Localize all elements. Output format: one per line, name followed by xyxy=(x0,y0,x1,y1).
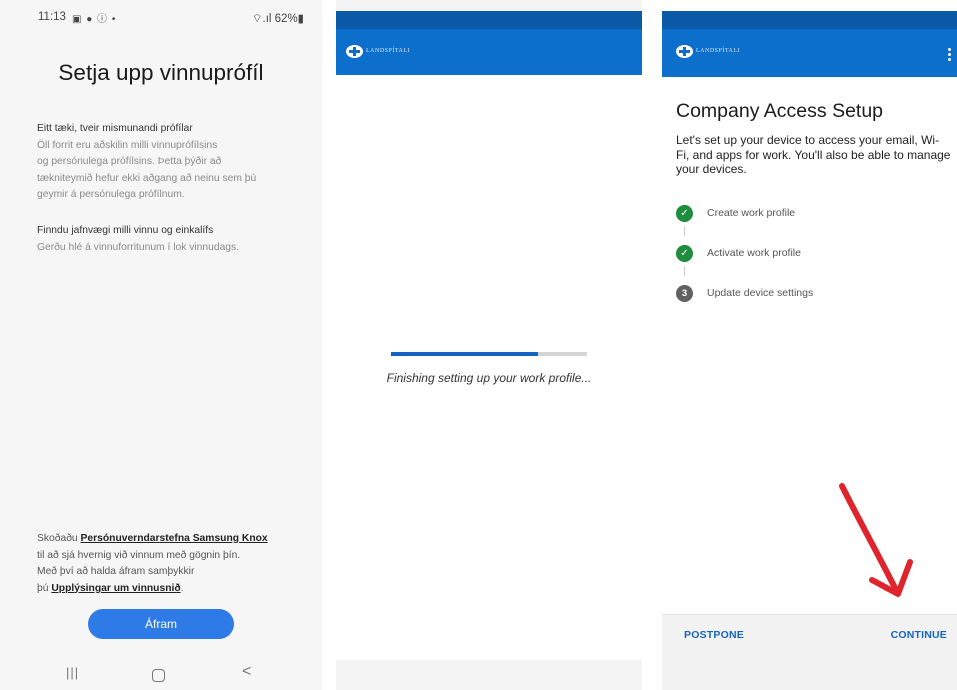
recent-apps-icon[interactable]: ||| xyxy=(66,665,79,680)
brand-name: LANDSPÍTALI xyxy=(696,48,741,54)
step-update-device-settings: 3 Update device settings xyxy=(676,284,813,302)
section-line: Gerðu hlé á vinnuforritunum í lok vinnud… xyxy=(37,241,240,253)
navigation-bar: ||| < xyxy=(0,660,322,690)
legal-text: Skoðaðu xyxy=(37,533,78,544)
check-icon: ✓ xyxy=(676,204,693,222)
landspitali-logo-icon xyxy=(676,44,693,58)
section-line: og persónulega prófílsins. Þetta þýðir a… xyxy=(37,156,222,167)
status-bar: 11:13 ▣ ● ⓘ • ⌔.ıl 62%▮ xyxy=(0,0,322,34)
section-heading: Eitt tæki, tveir mismunandi prófílar xyxy=(37,123,193,134)
red-arrow-annotation-icon xyxy=(839,483,913,597)
step-connector xyxy=(684,226,685,236)
step-label: Update device settings xyxy=(707,287,814,299)
legal-text: til að sjá hvernig við vinnum með gögnin… xyxy=(37,549,241,561)
postpone-button[interactable]: POSTPONE xyxy=(684,629,744,641)
samsung-setup-panel: 11:13 ▣ ● ⓘ • ⌔.ıl 62%▮ Setja upp vinnup… xyxy=(0,0,322,690)
step-create-work-profile: ✓ Create work profile xyxy=(676,204,795,222)
signal-battery-status: ⌔.ıl 62%▮ xyxy=(251,13,304,25)
continue-button[interactable]: CONTINUE xyxy=(891,629,947,641)
progress-message: Finishing setting up your work profile..… xyxy=(386,371,592,385)
knox-privacy-link[interactable]: Persónuverndarstefna Samsung Knox xyxy=(81,533,268,544)
progress-bar xyxy=(391,352,587,356)
back-icon[interactable]: < xyxy=(242,663,251,681)
check-icon: ✓ xyxy=(676,244,693,262)
status-strip xyxy=(662,11,957,29)
notification-icons: ▣ ● ⓘ • xyxy=(72,14,117,25)
brand-logo: LANDSPÍTALI xyxy=(346,44,410,58)
setup-description: Let's set up your device to access your … xyxy=(676,133,951,176)
company-access-panel: LANDSPÍTALI Company Access Setup Let's s… xyxy=(662,0,957,690)
profile-separation-section: Eitt tæki, tveir mismunandi prófílar Öll… xyxy=(37,121,297,204)
brand-logo: LANDSPÍTALI xyxy=(676,44,740,58)
home-icon[interactable] xyxy=(152,669,165,682)
section-heading: Finndu jafnvægi milli vinnu og einkalífs xyxy=(37,225,214,236)
status-time: 11:13 xyxy=(38,11,66,23)
legal-text: . xyxy=(180,582,184,594)
progress-body xyxy=(336,75,642,660)
step-label: Create work profile xyxy=(707,207,796,219)
work-life-balance-section: Finndu jafnvægi milli vinnu og einkalífs… xyxy=(37,223,297,256)
status-strip xyxy=(336,11,642,29)
progress-panel: LANDSPÍTALI Finishing setting up your wo… xyxy=(336,0,642,690)
action-footer: POSTPONE CONTINUE xyxy=(662,614,957,690)
landspitali-logo-icon xyxy=(346,44,363,58)
step-number-badge: 3 xyxy=(676,284,693,302)
step-activate-work-profile: ✓ Activate work profile xyxy=(676,244,801,262)
page-title: Company Access Setup xyxy=(676,100,884,122)
step-connector xyxy=(684,266,685,276)
page-title: Setja upp vinnuprófíl xyxy=(58,60,264,85)
step-label: Activate work profile xyxy=(707,247,801,259)
continue-button[interactable]: Áfram xyxy=(88,609,234,639)
progress-bar-fill xyxy=(391,352,538,356)
legal-text: þú xyxy=(37,582,49,594)
legal-text: Með því að halda áfram samþykkir xyxy=(37,566,195,577)
work-profile-info-link[interactable]: Upplýsingar um vinnusnið xyxy=(51,583,180,594)
section-line: tækniteymið hefur ekki aðgang að neinu s… xyxy=(37,172,257,184)
section-line: geymir á persónulega prófílnum. xyxy=(37,189,185,200)
section-line: Öll forrit eru aðskilin milli vinnuprófí… xyxy=(37,139,218,151)
legal-notice: Skoðaðu Persónuverndarstefna Samsung Kno… xyxy=(37,531,297,597)
more-options-icon[interactable] xyxy=(948,48,951,63)
brand-name: LANDSPÍTALI xyxy=(366,48,411,54)
